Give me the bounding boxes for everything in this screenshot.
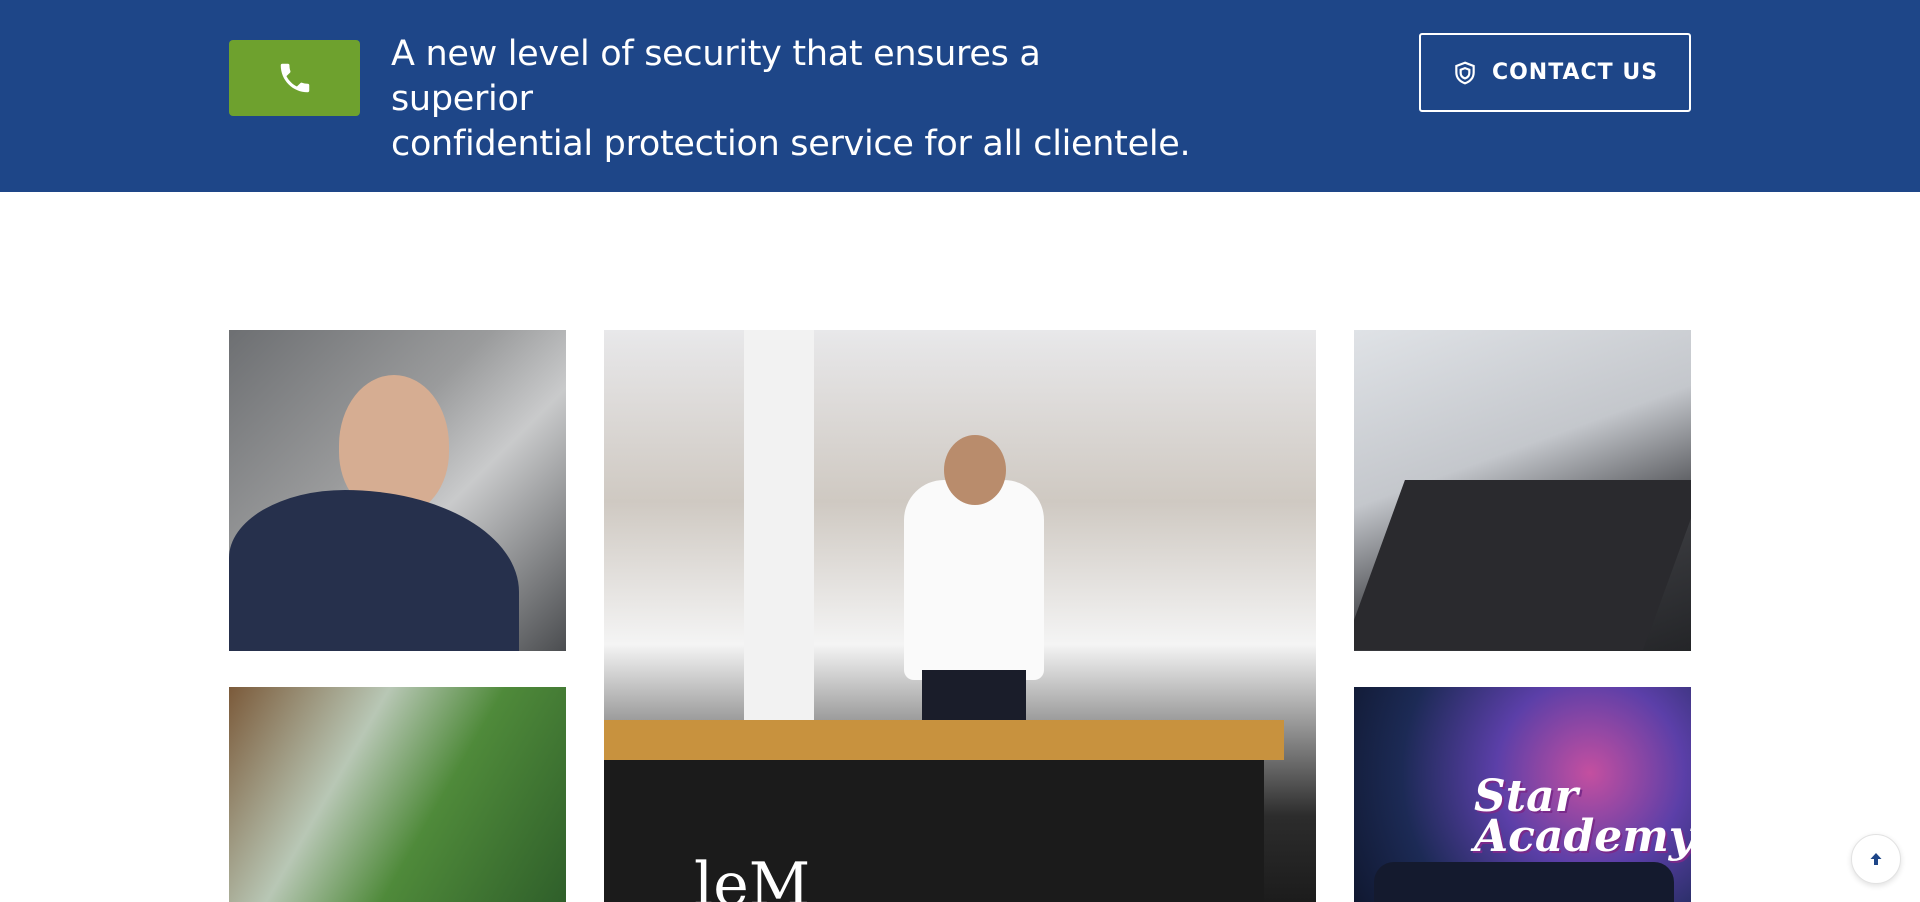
photo-conference-table xyxy=(1354,480,1691,650)
photo-figure-jacket xyxy=(229,490,519,651)
photo-team-group xyxy=(1374,862,1674,902)
phone-icon xyxy=(280,63,309,93)
cta-band: A new level of security that ensures a s… xyxy=(0,0,1920,192)
tagline-line-1: A new level of security that ensures a s… xyxy=(391,34,1041,119)
tagline-line-2: confidential protection service for all … xyxy=(391,124,1191,164)
contact-us-button[interactable]: CONTACT US xyxy=(1419,33,1691,112)
conference-room-photo[interactable] xyxy=(1354,330,1691,651)
shield-icon xyxy=(1455,61,1475,84)
guard-portrait-photo[interactable] xyxy=(229,330,566,651)
photo-counter-top xyxy=(604,720,1284,760)
mall-guard-photo[interactable]: leM xyxy=(604,330,1316,902)
star-academy-team-photo[interactable]: Star Academy xyxy=(1354,687,1691,902)
phone-button[interactable] xyxy=(229,40,360,116)
entrance-screening-photo[interactable] xyxy=(229,687,566,902)
photo-guard-body xyxy=(904,480,1044,680)
contact-us-label: CONTACT US xyxy=(1491,60,1659,85)
back-to-top-button[interactable] xyxy=(1851,834,1901,884)
cta-tagline: A new level of security that ensures a s… xyxy=(391,32,1191,167)
photo-guard-head xyxy=(944,435,1006,505)
arrow-up-icon xyxy=(1870,853,1882,865)
star-academy-logo: Star Academy xyxy=(1474,771,1691,862)
photo-sign-text: leM xyxy=(694,850,811,902)
